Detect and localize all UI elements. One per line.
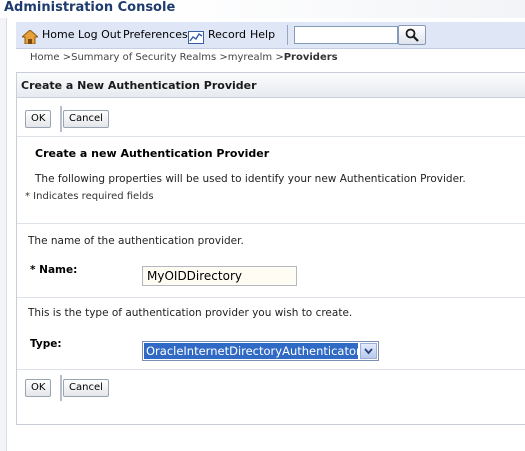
breadcrumb-home[interactable]: Home <box>30 52 60 63</box>
section-divider <box>17 297 525 298</box>
type-help-text: This is the type of authentication provi… <box>28 307 353 319</box>
chevron-down-icon[interactable] <box>360 343 377 359</box>
breadcrumb-current: Providers <box>283 52 338 63</box>
console-title: Administration Console <box>4 0 176 15</box>
section-description: The following properties will be used to… <box>35 173 466 185</box>
type-label: Type: <box>30 338 62 350</box>
search-input[interactable] <box>294 26 398 44</box>
type-select-value: OracleInternetDirectoryAuthenticator <box>144 343 358 359</box>
section-divider <box>17 369 525 370</box>
breadcrumb-separator: > <box>275 52 284 63</box>
search-icon <box>405 28 419 42</box>
breadcrumb-realm[interactable]: myrealm <box>228 52 272 63</box>
panel-title: Create a New Authentication Provider <box>21 79 257 92</box>
required-note: * Indicates required fields <box>25 191 154 202</box>
button-divider <box>60 106 62 132</box>
required-asterisk: * <box>30 264 36 276</box>
record-icon <box>188 28 204 44</box>
preferences-link[interactable]: Preferences <box>123 22 188 48</box>
breadcrumb-summary[interactable]: Summary of Security Realms <box>71 52 216 63</box>
home-label: Home <box>42 28 75 41</box>
name-label-text: Name: <box>39 264 78 276</box>
cancel-button-bottom[interactable]: Cancel <box>63 379 109 397</box>
home-icon <box>20 28 40 45</box>
toolbar-separator <box>287 25 288 45</box>
ok-button-bottom[interactable]: OK <box>25 379 52 397</box>
panel-header: Create a New Authentication Provider <box>17 73 525 98</box>
breadcrumb-separator: > <box>62 52 72 63</box>
cancel-button-top[interactable]: Cancel <box>63 110 109 128</box>
ok-button-top[interactable]: OK <box>25 110 52 128</box>
name-field[interactable] <box>142 266 297 286</box>
button-divider <box>60 375 62 401</box>
search-button[interactable] <box>398 25 426 45</box>
section-title: Create a new Authentication Provider <box>35 147 270 160</box>
type-select[interactable]: OracleInternetDirectoryAuthenticator <box>142 341 379 361</box>
section-divider <box>17 223 525 224</box>
breadcrumb: Home >Summary of Security Realms >myreal… <box>30 51 338 65</box>
toolbar: Home Log Out Preferences Record Help <box>16 22 525 49</box>
header-background <box>160 0 525 18</box>
left-rail <box>0 18 7 451</box>
create-provider-panel: Create a New Authentication Provider OK … <box>16 72 525 425</box>
record-label: Record <box>208 28 247 41</box>
breadcrumb-separator: > <box>219 52 228 63</box>
help-link[interactable]: Help <box>250 22 275 48</box>
name-help-text: The name of the authentication provider. <box>28 235 244 247</box>
logout-link[interactable]: Log Out <box>78 22 121 48</box>
name-label: * Name: <box>30 264 77 276</box>
section-divider <box>17 136 525 137</box>
